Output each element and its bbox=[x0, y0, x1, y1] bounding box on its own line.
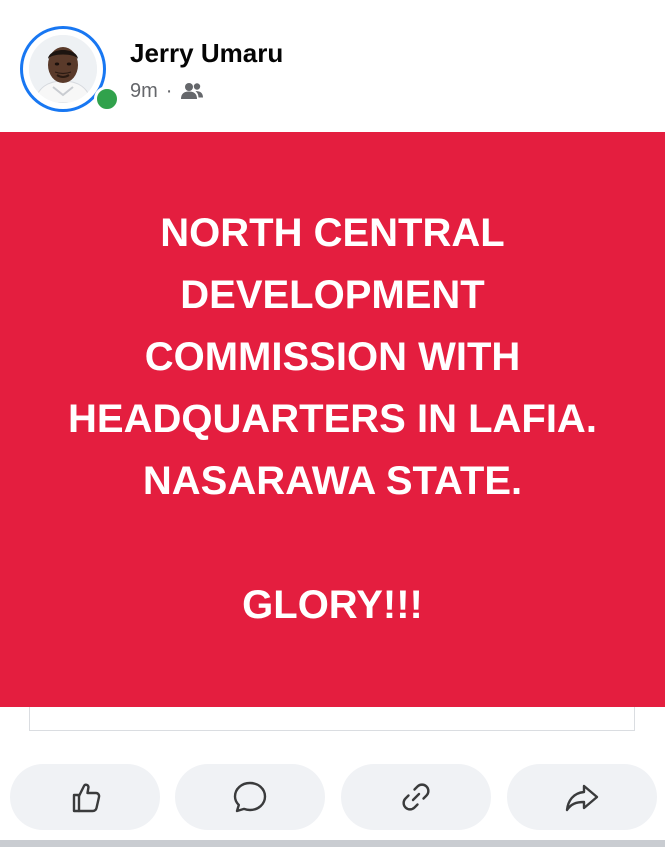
comment-icon bbox=[233, 781, 267, 813]
comment-button[interactable] bbox=[175, 764, 325, 830]
author-name[interactable]: Jerry Umaru bbox=[130, 38, 283, 69]
like-icon bbox=[72, 783, 101, 813]
profile-photo-icon bbox=[29, 35, 97, 103]
meta-separator: · bbox=[165, 79, 173, 102]
avatar[interactable] bbox=[29, 35, 97, 103]
post-header: Jerry Umaru 9m · bbox=[0, 8, 665, 132]
action-bar bbox=[0, 764, 665, 830]
copy-link-button[interactable] bbox=[341, 764, 491, 830]
post-text: NORTH CENTRAL DEVELOPMENT COMMISSION WIT… bbox=[68, 210, 597, 627]
friends-icon[interactable] bbox=[180, 81, 204, 101]
post-time[interactable]: 9m bbox=[130, 80, 158, 103]
post-meta: 9m · bbox=[130, 78, 204, 104]
like-button[interactable] bbox=[10, 764, 160, 830]
share-button[interactable] bbox=[507, 764, 657, 830]
post-text-banner[interactable]: NORTH CENTRAL DEVELOPMENT COMMISSION WIT… bbox=[0, 132, 665, 707]
online-status-dot bbox=[94, 86, 120, 112]
copy-link-icon bbox=[402, 783, 430, 811]
bottom-divider bbox=[0, 840, 665, 847]
attachment-card-edge bbox=[29, 707, 635, 731]
share-icon bbox=[565, 784, 599, 812]
